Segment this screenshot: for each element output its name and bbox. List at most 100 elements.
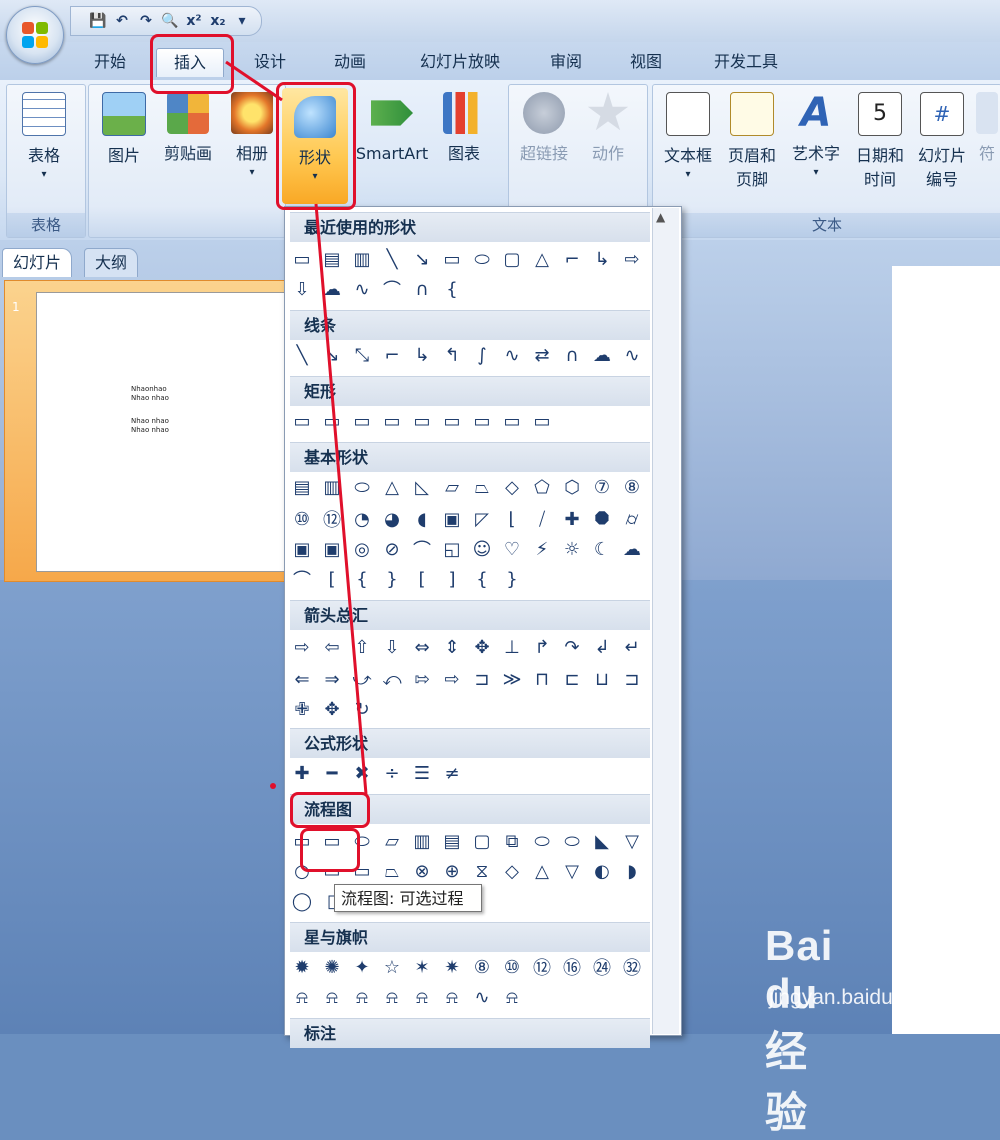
shape-option-icon[interactable]: ⍾ [350, 986, 374, 1008]
shape-option-icon[interactable]: ⇰ [410, 668, 434, 690]
shape-option-icon[interactable]: ╲ [290, 344, 314, 366]
shape-option-icon[interactable]: ◇ [500, 860, 524, 882]
shape-option-icon[interactable]: ⧉ [500, 830, 524, 852]
tab-home[interactable]: 开始 [82, 48, 138, 76]
shape-option-icon[interactable]: ⌐ [560, 248, 584, 270]
shape-option-icon[interactable]: ⊥ [500, 636, 524, 658]
shape-option-icon[interactable]: ↘ [320, 344, 344, 366]
shape-option-icon[interactable]: ✶ [410, 956, 434, 978]
shape-option-icon[interactable]: ▤ [290, 476, 314, 498]
shape-option-icon[interactable]: ▭ [530, 410, 554, 432]
shape-option-icon[interactable]: ▭ [440, 248, 464, 270]
shape-option-icon[interactable]: ✺ [320, 956, 344, 978]
shape-option-icon[interactable]: ☁ [320, 278, 344, 300]
shape-option-icon[interactable]: ⊓ [530, 668, 554, 690]
tab-animations[interactable]: 动画 [322, 48, 378, 76]
shape-option-icon[interactable]: ↘ [410, 248, 434, 270]
shape-option-icon[interactable]: ✹ [290, 956, 314, 978]
shape-option-icon[interactable]: ◯ [290, 890, 314, 912]
shape-option-icon[interactable]: ⊏ [560, 668, 584, 690]
shape-option-icon[interactable]: { [440, 278, 464, 300]
action-button[interactable]: 动作 [576, 92, 640, 166]
shape-option-icon[interactable]: ↻ [350, 698, 374, 720]
textbox-button[interactable]: 文本框 ▾ [656, 92, 720, 182]
shape-option-icon[interactable]: ▣ [320, 538, 344, 560]
shape-option-icon[interactable]: ⑫ [320, 508, 344, 531]
shape-option-icon[interactable]: ☆ [380, 956, 404, 978]
shape-option-icon[interactable]: ⍾ [380, 986, 404, 1008]
shape-option-icon[interactable]: ▣ [440, 508, 464, 530]
shape-option-icon[interactable]: ÷ [380, 762, 404, 784]
shape-option-icon[interactable]: ◕ [380, 508, 404, 530]
shape-option-icon[interactable]: ✚ [290, 762, 314, 784]
shape-option-icon[interactable]: ⇄ [530, 344, 554, 366]
shape-option-icon[interactable]: ◐ [590, 860, 614, 882]
shape-option-icon[interactable]: ▤ [440, 830, 464, 852]
shape-option-icon[interactable]: ◔ [350, 508, 374, 530]
shape-option-icon[interactable]: } [500, 568, 524, 590]
shape-option-icon[interactable]: { [470, 568, 494, 590]
shape-option-icon[interactable]: ◗ [620, 860, 644, 882]
shape-option-icon[interactable]: ⑫ [530, 956, 554, 979]
table-button[interactable]: 表格 ▾ [12, 92, 76, 182]
shape-option-icon[interactable]: ] [440, 568, 464, 590]
symbol-button[interactable]: 符 [974, 92, 1000, 166]
shape-option-icon[interactable]: ⌊ [500, 508, 524, 530]
shape-option-icon[interactable]: ↳ [410, 344, 434, 366]
shape-option-icon[interactable]: ▭ [320, 410, 344, 432]
shape-option-icon[interactable]: [ [320, 568, 344, 590]
shape-option-icon[interactable]: ⧸ [530, 508, 554, 530]
shape-option-icon[interactable]: ↲ [590, 636, 614, 658]
shape-option-icon[interactable]: ▭ [380, 410, 404, 432]
shape-option-icon[interactable]: ⬭ [560, 830, 584, 852]
print-preview-icon[interactable]: 🔍 [161, 13, 179, 29]
shape-option-icon[interactable]: ⏢ [380, 860, 404, 882]
shape-option-icon[interactable]: ⑯ [560, 956, 584, 979]
shape-option-icon[interactable]: ◇ [500, 476, 524, 498]
shape-option-icon[interactable]: ☰ [410, 762, 434, 784]
shape-option-icon[interactable]: [ [410, 568, 434, 590]
shape-option-icon[interactable]: ▢ [470, 830, 494, 852]
undo-icon[interactable]: ↶ [113, 13, 131, 29]
gallery-scrollbar[interactable] [652, 208, 679, 1034]
shape-option-icon[interactable]: ↳ [590, 248, 614, 270]
shape-option-icon[interactable]: ⇨ [290, 636, 314, 658]
shape-option-icon[interactable]: ▽ [620, 830, 644, 852]
save-icon[interactable]: 💾 [89, 13, 107, 29]
shape-option-icon[interactable]: ≠ [440, 762, 464, 784]
shape-option-icon[interactable]: ☁ [620, 538, 644, 560]
shape-option-icon[interactable]: ⊐ [470, 668, 494, 690]
shape-option-icon[interactable]: ⌒ [410, 538, 434, 561]
shape-option-icon[interactable]: ⯃ [590, 508, 614, 530]
shape-option-icon[interactable]: ▭ [410, 410, 434, 432]
shape-option-icon[interactable]: ㉜ [620, 956, 644, 979]
chart-button[interactable]: 图表 [432, 92, 496, 166]
album-button[interactable]: 相册 ▾ [220, 92, 284, 180]
shape-option-icon[interactable]: ⑦ [590, 476, 614, 498]
header-footer-button[interactable]: 页眉和 页脚 [720, 92, 784, 192]
shape-option-icon[interactable]: ⬭ [530, 830, 554, 852]
shape-option-icon[interactable]: ✖ [350, 762, 374, 784]
tab-slides[interactable]: 幻灯片 [2, 248, 73, 277]
shape-option-icon[interactable]: ━ [320, 762, 344, 784]
shape-option-icon[interactable]: ⇧ [350, 636, 374, 658]
shape-option-icon[interactable]: ⍾ [320, 986, 344, 1008]
shape-option-icon[interactable]: ⏢ [470, 476, 494, 498]
slide-thumbnail[interactable]: Nhaonhao Nhao nhao Nhao nhao Nhao nhao [36, 292, 288, 572]
shape-option-icon[interactable]: ▱ [440, 476, 464, 498]
shape-option-icon[interactable]: ✥ [470, 636, 494, 658]
shape-option-icon[interactable]: ⇨ [440, 668, 464, 690]
shape-option-icon[interactable]: ⍾ [290, 986, 314, 1008]
shape-option-icon[interactable]: ⇐ [290, 668, 314, 690]
shape-option-icon[interactable]: ▭ [440, 410, 464, 432]
shape-option-icon[interactable]: ▭ [350, 410, 374, 432]
shape-option-icon[interactable]: ⇕ [440, 636, 464, 658]
shape-option-icon[interactable]: ↱ [530, 636, 554, 658]
shape-option-icon[interactable]: ☼ [560, 538, 584, 560]
scroll-up-icon[interactable]: ▲ [656, 210, 665, 224]
shape-option-icon[interactable]: ㉔ [590, 956, 614, 979]
shape-option-icon[interactable]: ⍾ [440, 986, 464, 1008]
shape-option-icon[interactable]: ⇒ [320, 668, 344, 690]
shape-option-icon[interactable]: ▭ [500, 410, 524, 432]
shape-option-icon[interactable]: ⤻ [350, 668, 374, 690]
